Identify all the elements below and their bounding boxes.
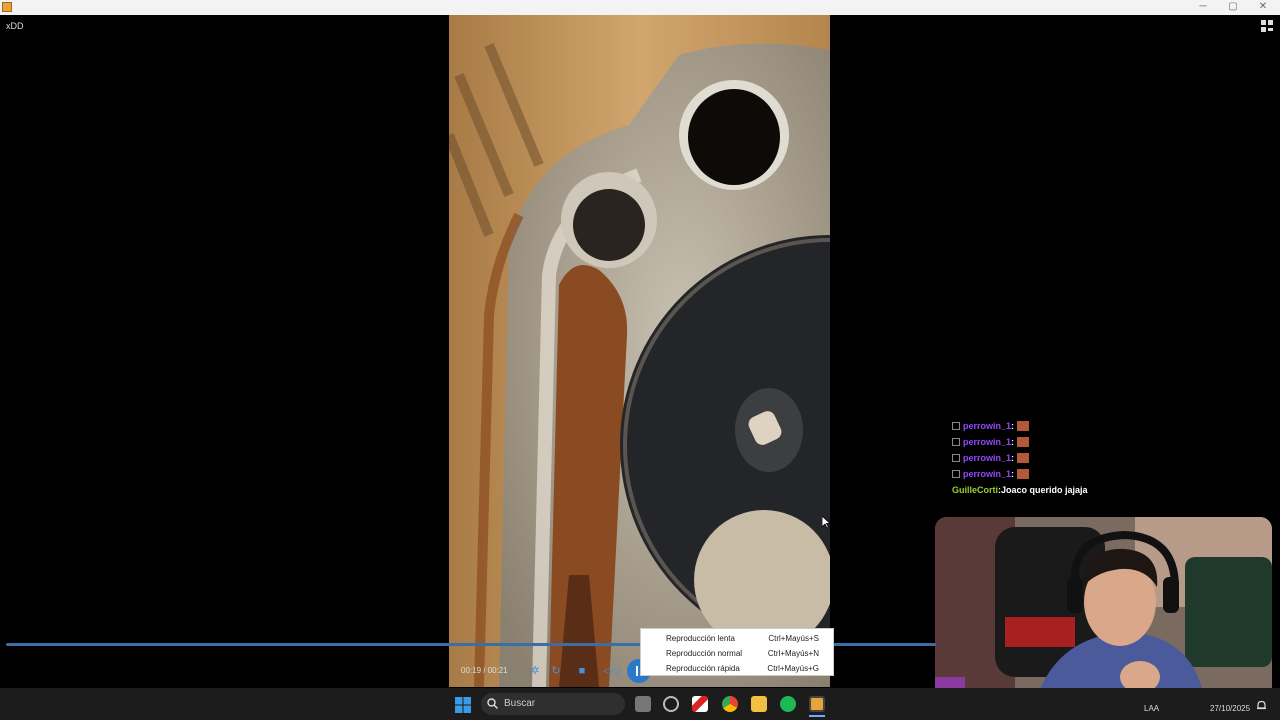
menu-item-normal[interactable]: Reproducción normal Ctrl+Mayús+N [641, 646, 835, 661]
mouse-cursor-icon [822, 516, 831, 529]
chat-separator: : [1011, 453, 1015, 463]
chat-separator: : [1011, 469, 1015, 479]
menu-item-slow[interactable]: Reproducción lenta Ctrl+Mayús+S [641, 631, 835, 646]
tray-language[interactable]: LAA [1144, 704, 1159, 713]
close-icon[interactable]: ✕ [1248, 0, 1278, 15]
chat-username: perrowin_1 [963, 469, 1012, 479]
search-placeholder: Buscar [504, 698, 536, 709]
chat-message: perrowin_1 : [952, 450, 1152, 466]
playback-time: 00:19 / 00:21 [461, 666, 508, 675]
rewind-icon[interactable]: ◁◁ [603, 664, 620, 678]
emote-icon [1017, 469, 1030, 479]
video-frame[interactable] [449, 15, 830, 687]
active-app-indicator [809, 715, 825, 717]
menu-item-label: Reproducción normal [666, 649, 743, 658]
badge-icon [952, 422, 960, 430]
badge-icon [952, 470, 960, 478]
menu-item-shortcut: Ctrl+Mayús+G [767, 664, 819, 673]
badge-icon [952, 454, 960, 462]
tray-date[interactable]: 27/10/2025 [1210, 704, 1250, 713]
taskbar-search[interactable] [481, 693, 625, 715]
task-view-icon[interactable] [635, 696, 651, 712]
file-explorer-icon[interactable] [751, 696, 767, 712]
media-player-icon[interactable] [809, 696, 825, 712]
badge-icon [952, 438, 960, 446]
notification-bell-icon[interactable] [1256, 700, 1267, 711]
chat-username: perrowin_1 [963, 421, 1012, 431]
repeat-icon[interactable]: ↻ [549, 664, 563, 678]
emote-icon [1017, 437, 1030, 447]
window-titlebar: ─ ▢ ✕ [0, 0, 1280, 15]
obs-icon[interactable] [663, 696, 679, 712]
chat-text: Joaco querido jajaja [1001, 485, 1088, 495]
chat-message: perrowin_1 : [952, 434, 1152, 450]
chat-message: perrowin_1 : [952, 466, 1152, 482]
app-icon [2, 2, 12, 12]
emote-icon [1017, 453, 1030, 463]
chat-separator: : [1011, 421, 1015, 431]
chat-message: perrowin_1 : [952, 418, 1152, 434]
menu-item-label: Reproducción lenta [666, 634, 735, 643]
layout-toggle-icon[interactable] [1261, 20, 1273, 32]
search-icon [487, 698, 498, 709]
streaming-app-icon[interactable] [692, 696, 708, 712]
menu-item-shortcut: Ctrl+Mayús+S [768, 634, 819, 643]
playback-speed-menu: Reproducción lenta Ctrl+Mayús+S Reproduc… [640, 628, 834, 676]
chat-message: GuilleCorti : Joaco querido jajaja [952, 482, 1152, 498]
webcam-illustration [935, 517, 1272, 703]
chat-username: perrowin_1 [963, 437, 1012, 447]
menu-item-label: Reproducción rápida [666, 664, 740, 673]
windows-start-icon[interactable] [455, 697, 471, 713]
chat-username: perrowin_1 [963, 453, 1012, 463]
shuffle-icon[interactable]: ✲ [528, 664, 542, 678]
menu-item-shortcut: Ctrl+Mayús+N [767, 649, 819, 658]
minimize-icon[interactable]: ─ [1188, 0, 1218, 15]
spotify-icon[interactable] [780, 696, 796, 712]
maximize-icon[interactable]: ▢ [1218, 0, 1248, 15]
webcam-overlay [935, 517, 1272, 703]
menu-item-fast[interactable]: Reproducción rápida Ctrl+Mayús+G [641, 661, 835, 676]
stop-icon[interactable]: ■ [575, 664, 589, 678]
chat-username: GuilleCorti [952, 485, 999, 495]
chat-separator: : [1011, 437, 1015, 447]
chat-overlay: perrowin_1 : perrowin_1 : perrowin_1 : p… [952, 418, 1152, 498]
video-title: xDD [6, 21, 24, 31]
emote-icon [1017, 421, 1030, 431]
chrome-icon[interactable] [722, 696, 738, 712]
video-content-illustration [449, 15, 830, 687]
